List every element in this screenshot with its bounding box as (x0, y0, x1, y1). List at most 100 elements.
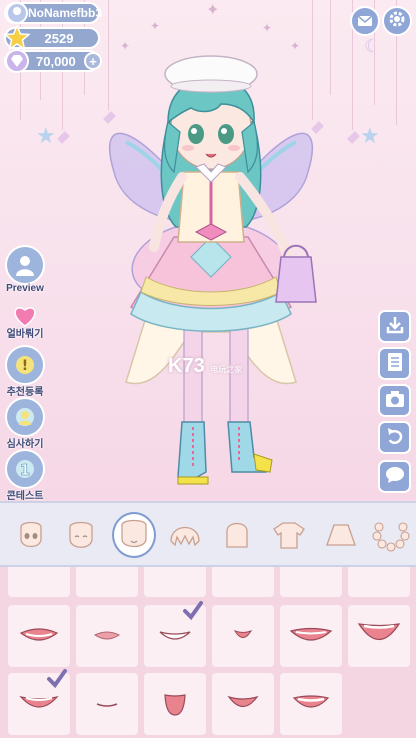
recommend-label: 추천등록 (6, 387, 44, 398)
gem-counter: 70,000 + (4, 48, 102, 74)
diamond-icon (4, 48, 30, 74)
recommend-button[interactable]: ! 추천등록 (4, 345, 46, 398)
mouth-item[interactable] (348, 567, 410, 597)
watermark: K73 电玩之家 (168, 355, 242, 378)
profile-icon (4, 0, 30, 26)
mouth-item[interactable] (212, 567, 274, 597)
category-face-shape[interactable] (58, 511, 104, 559)
mouth-item[interactable] (8, 605, 70, 667)
list-icon (386, 352, 404, 376)
mouth-laugh-icon (357, 623, 401, 641)
mouth-item[interactable] (280, 567, 342, 597)
review-button[interactable]: 심사하기 (4, 397, 46, 450)
player-name: NoNamefbb3 (28, 6, 103, 20)
dressup-stage: ✦ ✦ ✦ ✦ ✦ ★ ★ ☾ NoNamefbb3 2529 70,000 + (0, 0, 416, 500)
mouth-item[interactable] (280, 605, 342, 667)
download-icon (385, 315, 405, 339)
necklace-icon (372, 522, 410, 552)
category-skirt[interactable] (318, 511, 364, 559)
mouth-pout-icon (94, 631, 120, 640)
svg-text:1: 1 (20, 461, 30, 479)
preview-icon (5, 245, 45, 285)
mouth-line-icon (96, 703, 118, 707)
gear-icon (388, 10, 406, 32)
chat-icon (385, 466, 405, 488)
list-button[interactable] (378, 347, 411, 380)
face-icon (20, 521, 42, 548)
mouth-item[interactable] (76, 673, 138, 735)
star-decoration: ✦ (262, 21, 273, 35)
star-decoration: ✦ (206, 0, 220, 19)
category-bangs[interactable] (162, 511, 208, 559)
star-decoration: ✦ (120, 39, 131, 53)
like-label: 얼바뤄기 (6, 329, 44, 340)
review-label: 심사하기 (6, 439, 44, 450)
mouth-item[interactable] (8, 567, 70, 597)
category-top[interactable] (266, 511, 312, 559)
star-decoration: ✦ (290, 39, 301, 53)
gem-decoration (347, 131, 360, 144)
category-back-hair[interactable] (214, 511, 260, 559)
mouth-o-icon (164, 694, 186, 716)
mouth-item[interactable] (76, 567, 138, 597)
skirt-icon (326, 524, 356, 546)
moon-decoration: ☾ (364, 36, 381, 57)
mouth-teeth-icon (292, 695, 330, 708)
mail-button[interactable] (350, 6, 380, 36)
mouth-happy-icon (227, 695, 259, 708)
undo-icon (385, 426, 405, 450)
mouth-category-icon (121, 519, 147, 548)
mouth-item[interactable] (144, 567, 206, 597)
mouth-open-icon (19, 628, 59, 641)
undo-button[interactable] (378, 421, 411, 454)
mouth-item[interactable] (212, 673, 274, 735)
back-hair-icon (226, 522, 248, 548)
mouth-item[interactable] (8, 669, 70, 735)
shirt-icon (273, 522, 305, 549)
review-icon (5, 397, 45, 437)
player-name-pill[interactable]: NoNamefbb3 (4, 0, 103, 26)
bangs-icon (170, 526, 200, 547)
character-avatar (109, 55, 317, 485)
download-button[interactable] (378, 310, 411, 343)
mouth-smile-icon (19, 696, 59, 708)
contest-label: 콘테스트 (6, 491, 44, 500)
mouth-wide-icon (289, 627, 333, 641)
svg-text:!: ! (22, 358, 28, 374)
coin-counter: 2529 (4, 25, 100, 51)
mouth-grin-icon (159, 631, 191, 640)
gem-amount: 70,000 (36, 53, 76, 69)
settings-button[interactable] (382, 6, 412, 36)
category-mouth[interactable] (112, 512, 156, 558)
preview-label: Preview (6, 283, 44, 294)
hanging-string (330, 0, 331, 95)
category-face[interactable] (8, 511, 54, 559)
preview-button[interactable]: Preview (4, 245, 46, 294)
recommend-icon: ! (5, 345, 45, 385)
mouth-item[interactable] (212, 605, 274, 667)
watermark-sub: 电玩之家 (210, 365, 243, 374)
coin-amount: 2529 (44, 30, 74, 46)
like-button[interactable]: 얼바뤄기 (4, 305, 46, 340)
chat-button[interactable] (378, 460, 411, 493)
mouth-item[interactable] (280, 673, 342, 735)
mouth-item[interactable] (348, 605, 410, 667)
mouth-item[interactable] (144, 673, 206, 735)
category-bar (0, 501, 416, 567)
mouth-item[interactable] (144, 601, 206, 667)
contest-button[interactable]: 1 콘테스트 (4, 449, 46, 500)
watermark-main: K73 (168, 355, 205, 377)
check-icon (183, 601, 203, 621)
star-decoration: ★ (360, 124, 380, 149)
star-decoration: ★ (36, 124, 56, 149)
gem-decoration (57, 131, 70, 144)
envelope-icon (357, 12, 373, 31)
mouth-item[interactable] (76, 605, 138, 667)
category-necklace[interactable] (368, 511, 414, 559)
face-shape-icon (69, 521, 93, 548)
check-icon (47, 669, 67, 689)
heart-icon (4, 305, 46, 327)
mouth-item-grid (0, 567, 416, 738)
camera-icon (385, 390, 405, 412)
camera-button[interactable] (378, 384, 411, 417)
